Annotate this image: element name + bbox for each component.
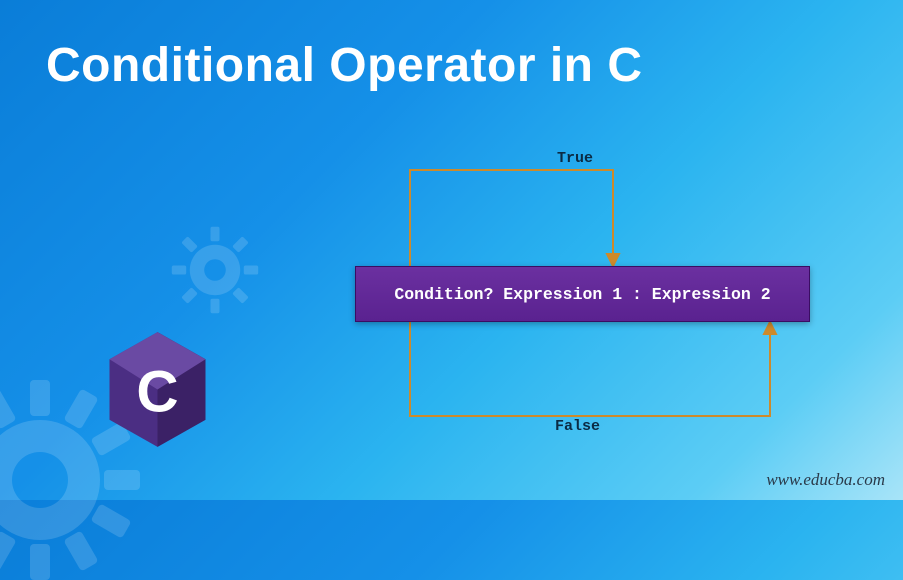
logo-letter: C — [136, 359, 178, 424]
c-language-logo: C — [105, 330, 210, 450]
conditional-operator-diagram: True False Condition? Expression 1 : Exp… — [355, 150, 845, 440]
expression-text: Condition? Expression 1 : Expression 2 — [394, 285, 770, 304]
page-title: Conditional Operator in C — [46, 38, 643, 93]
watermark: www.educba.com — [766, 470, 885, 490]
expression-box: Condition? Expression 1 : Expression 2 — [355, 266, 810, 322]
gear-icon — [170, 225, 260, 315]
